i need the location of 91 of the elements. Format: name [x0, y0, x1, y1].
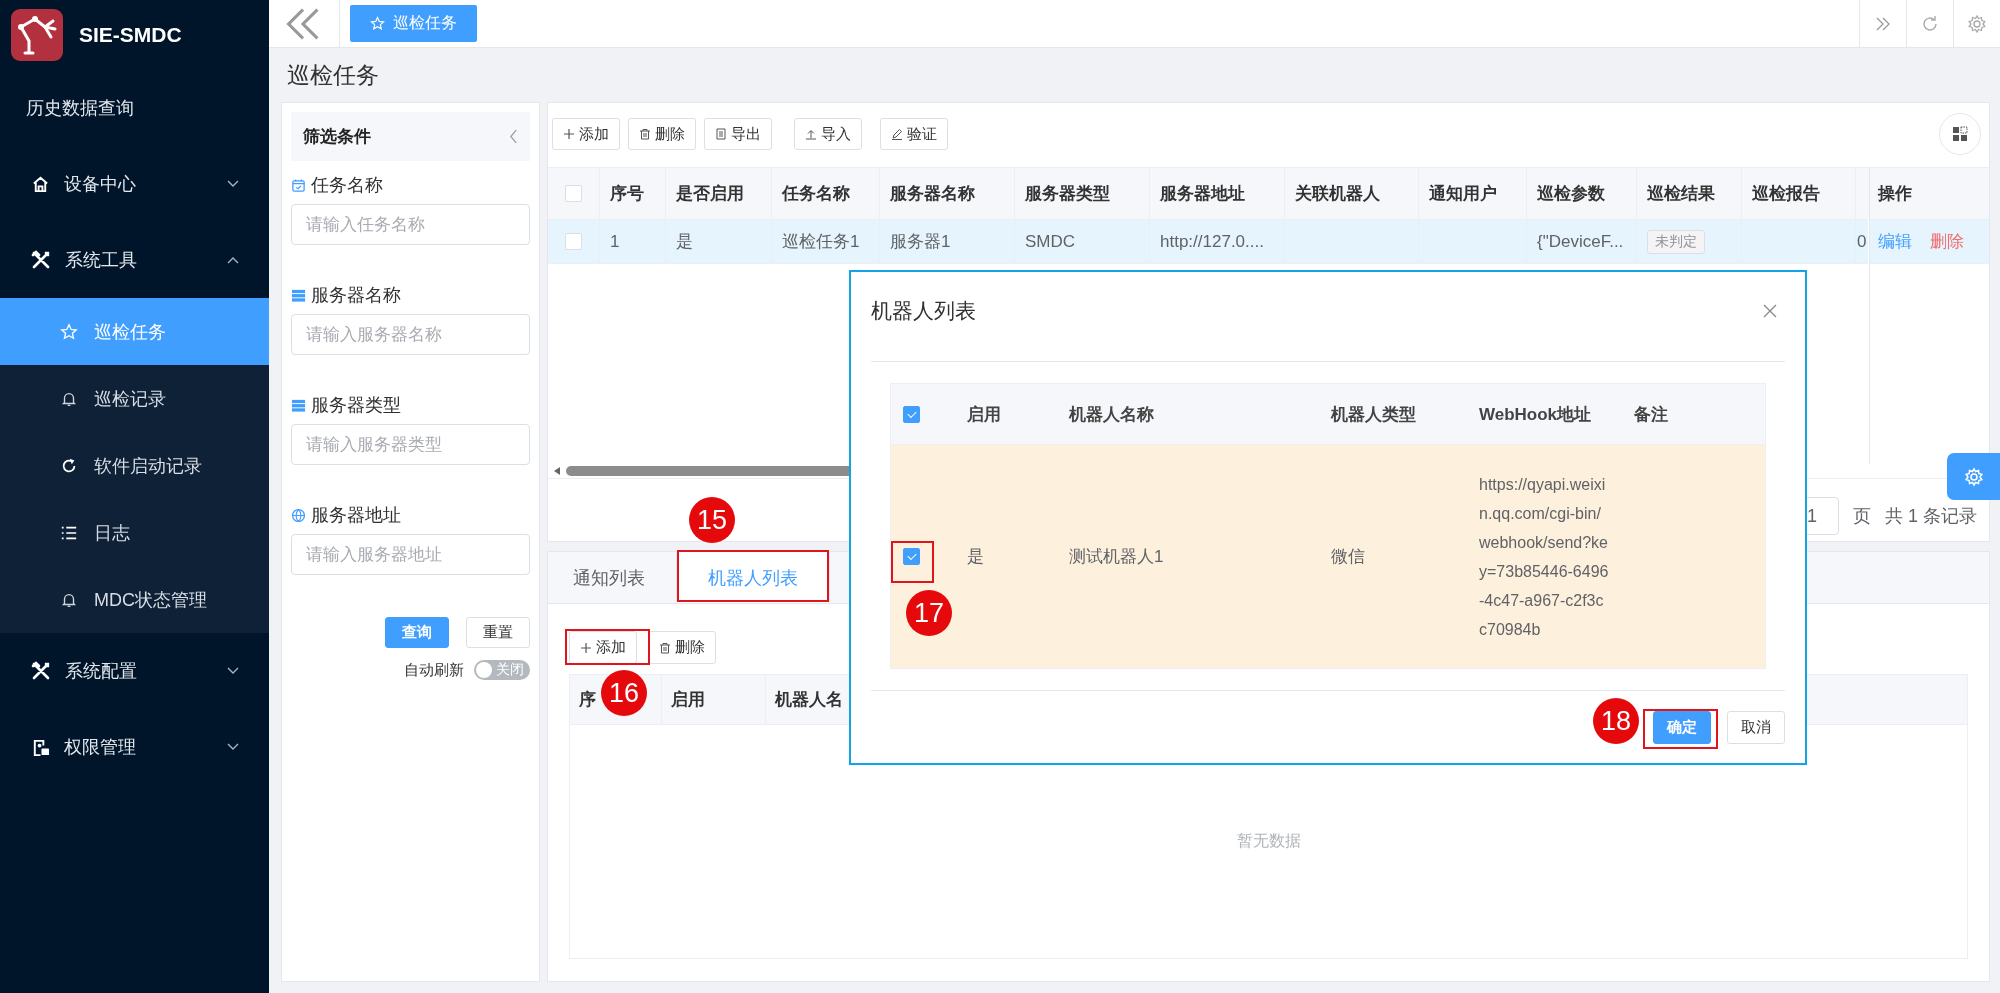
nav-subitem[interactable]: 日志 [0, 499, 269, 566]
calendar-icon [291, 177, 306, 193]
chevron-left-icon[interactable] [509, 129, 518, 144]
column-header: 操作 [1878, 183, 1912, 205]
reset-button[interactable]: 重置 [466, 617, 530, 648]
chevron-down-icon [227, 180, 239, 188]
refresh-icon [60, 456, 78, 475]
star-icon [60, 322, 78, 341]
badge-lock-icon [31, 737, 50, 757]
chevron-up-icon [227, 256, 239, 264]
table-cell: 1 [610, 231, 620, 252]
globe-icon [291, 507, 306, 523]
toolbar-button[interactable]: 导出 [704, 118, 772, 150]
field-label: 服务器名称 [311, 284, 401, 307]
filter-input[interactable]: 请输入服务器名称 [291, 314, 530, 355]
filter-input[interactable]: 请输入服务器类型 [291, 424, 530, 465]
upload-icon [805, 128, 817, 140]
table-cell: http://127.0.... [1160, 231, 1264, 252]
table-cell: 0 [1857, 231, 1867, 252]
nav-subitem[interactable]: MDC状态管理 [0, 566, 269, 633]
toolbar-button[interactable]: 删除 [648, 631, 716, 664]
settings-icon [1963, 466, 1984, 487]
toolbar-button[interactable]: 导入 [794, 118, 862, 150]
tools-icon [31, 250, 51, 270]
column-header: 备注 [1634, 403, 1668, 426]
column-header: WebHook地址 [1479, 403, 1592, 426]
filter-input[interactable]: 请输入任务名称 [291, 204, 530, 245]
server-icon [291, 397, 306, 413]
field-label: 服务器地址 [311, 504, 401, 527]
filter-title: 筛选条件 [303, 126, 371, 148]
trash-icon [639, 128, 651, 140]
column-header: 机器人名称 [1069, 403, 1154, 426]
cancel-button[interactable]: 取消 [1727, 711, 1785, 744]
nav-item[interactable]: 权限管理 [0, 709, 269, 785]
trash-icon [659, 641, 671, 654]
column-header: 序 [579, 689, 596, 711]
document-icon [715, 128, 727, 140]
chevron-down-icon [227, 667, 239, 675]
total-count: 共 1 条记录 [1885, 505, 1977, 528]
field-label: 任务名称 [311, 174, 383, 197]
column-header: 机器人名 [775, 689, 843, 711]
status-tag: 未判定 [1647, 229, 1705, 254]
table-cell-text: 微信 [1331, 546, 1365, 568]
dialog-title: 机器人列表 [871, 297, 976, 324]
nav-item[interactable]: 系统配置 [0, 633, 269, 709]
table-cell-text: 测试机器人1 [1069, 546, 1164, 568]
table-row[interactable]: 1 是 巡检任务1 服务器1 SMDC http://127.0.... {"DeviceF... 未判定 0 [548, 219, 1868, 264]
filter-input[interactable]: 请输入服务器地址 [291, 534, 530, 575]
settings-icon[interactable] [1967, 13, 1987, 34]
robot-arm-logo-icon [11, 9, 63, 61]
table-cell-text: 服务器1 [890, 231, 951, 253]
empty-text: 暂无数据 [1236, 831, 1301, 851]
star-icon [370, 16, 385, 31]
nav-item[interactable]: 系统工具 [0, 222, 269, 298]
table-cell-text: https://qyapi.weixin.qq.com/cgi-bin/webhook/send?key=73b85446-6496-4c47-a967-c2f3cc70984b [1479, 474, 1609, 640]
server-icon [291, 287, 306, 303]
highlight-frame [891, 541, 934, 583]
auto-refresh-label: 自动刷新 [404, 660, 464, 680]
table-cell-text: 巡检任务1 [782, 231, 860, 253]
page-title: 巡检任务 [287, 60, 379, 90]
column-header: 机器人类型 [1331, 403, 1416, 426]
tools-icon [31, 661, 51, 681]
page-suffix: 页 [1853, 505, 1871, 528]
nav-item[interactable]: 设备中心 [0, 146, 269, 222]
nav-subitem[interactable]: 软件启动记录 [0, 432, 269, 499]
settings-button[interactable] [1947, 453, 2000, 500]
toolbar-button[interactable]: 验证 [880, 118, 948, 150]
app-name: SIE-SMDC [79, 23, 182, 47]
detail-tab[interactable]: 通知列表 [548, 552, 676, 603]
table-cell-text: 是 [967, 546, 984, 568]
table-cell-text: 是 [676, 231, 693, 253]
field-label: 服务器类型 [311, 394, 401, 417]
toolbar-button[interactable]: 删除 [628, 118, 696, 150]
table-cell: SMDC [1025, 231, 1076, 252]
toolbar-button[interactable]: 添加 [552, 118, 620, 150]
plus-icon [580, 641, 592, 654]
grid-icon [1952, 126, 1968, 142]
table-cell: {"DeviceF... [1537, 231, 1624, 252]
column-header: 启用 [967, 403, 1001, 426]
select-all-checkbox[interactable] [903, 405, 920, 423]
row-checkbox[interactable] [903, 548, 920, 565]
column-header: 启用 [671, 689, 705, 711]
chevron-down-icon [227, 743, 239, 751]
nav-subitem[interactable]: 巡检记录 [0, 365, 269, 432]
pen-icon [891, 128, 903, 140]
home-icon [31, 174, 50, 194]
refresh-icon[interactable] [1920, 13, 1940, 34]
plus-icon [563, 128, 575, 140]
nav-item[interactable]: 历史数据查询 [0, 70, 269, 146]
toolbar-button[interactable]: 添加 [569, 631, 637, 664]
close-icon[interactable] [1763, 303, 1777, 318]
